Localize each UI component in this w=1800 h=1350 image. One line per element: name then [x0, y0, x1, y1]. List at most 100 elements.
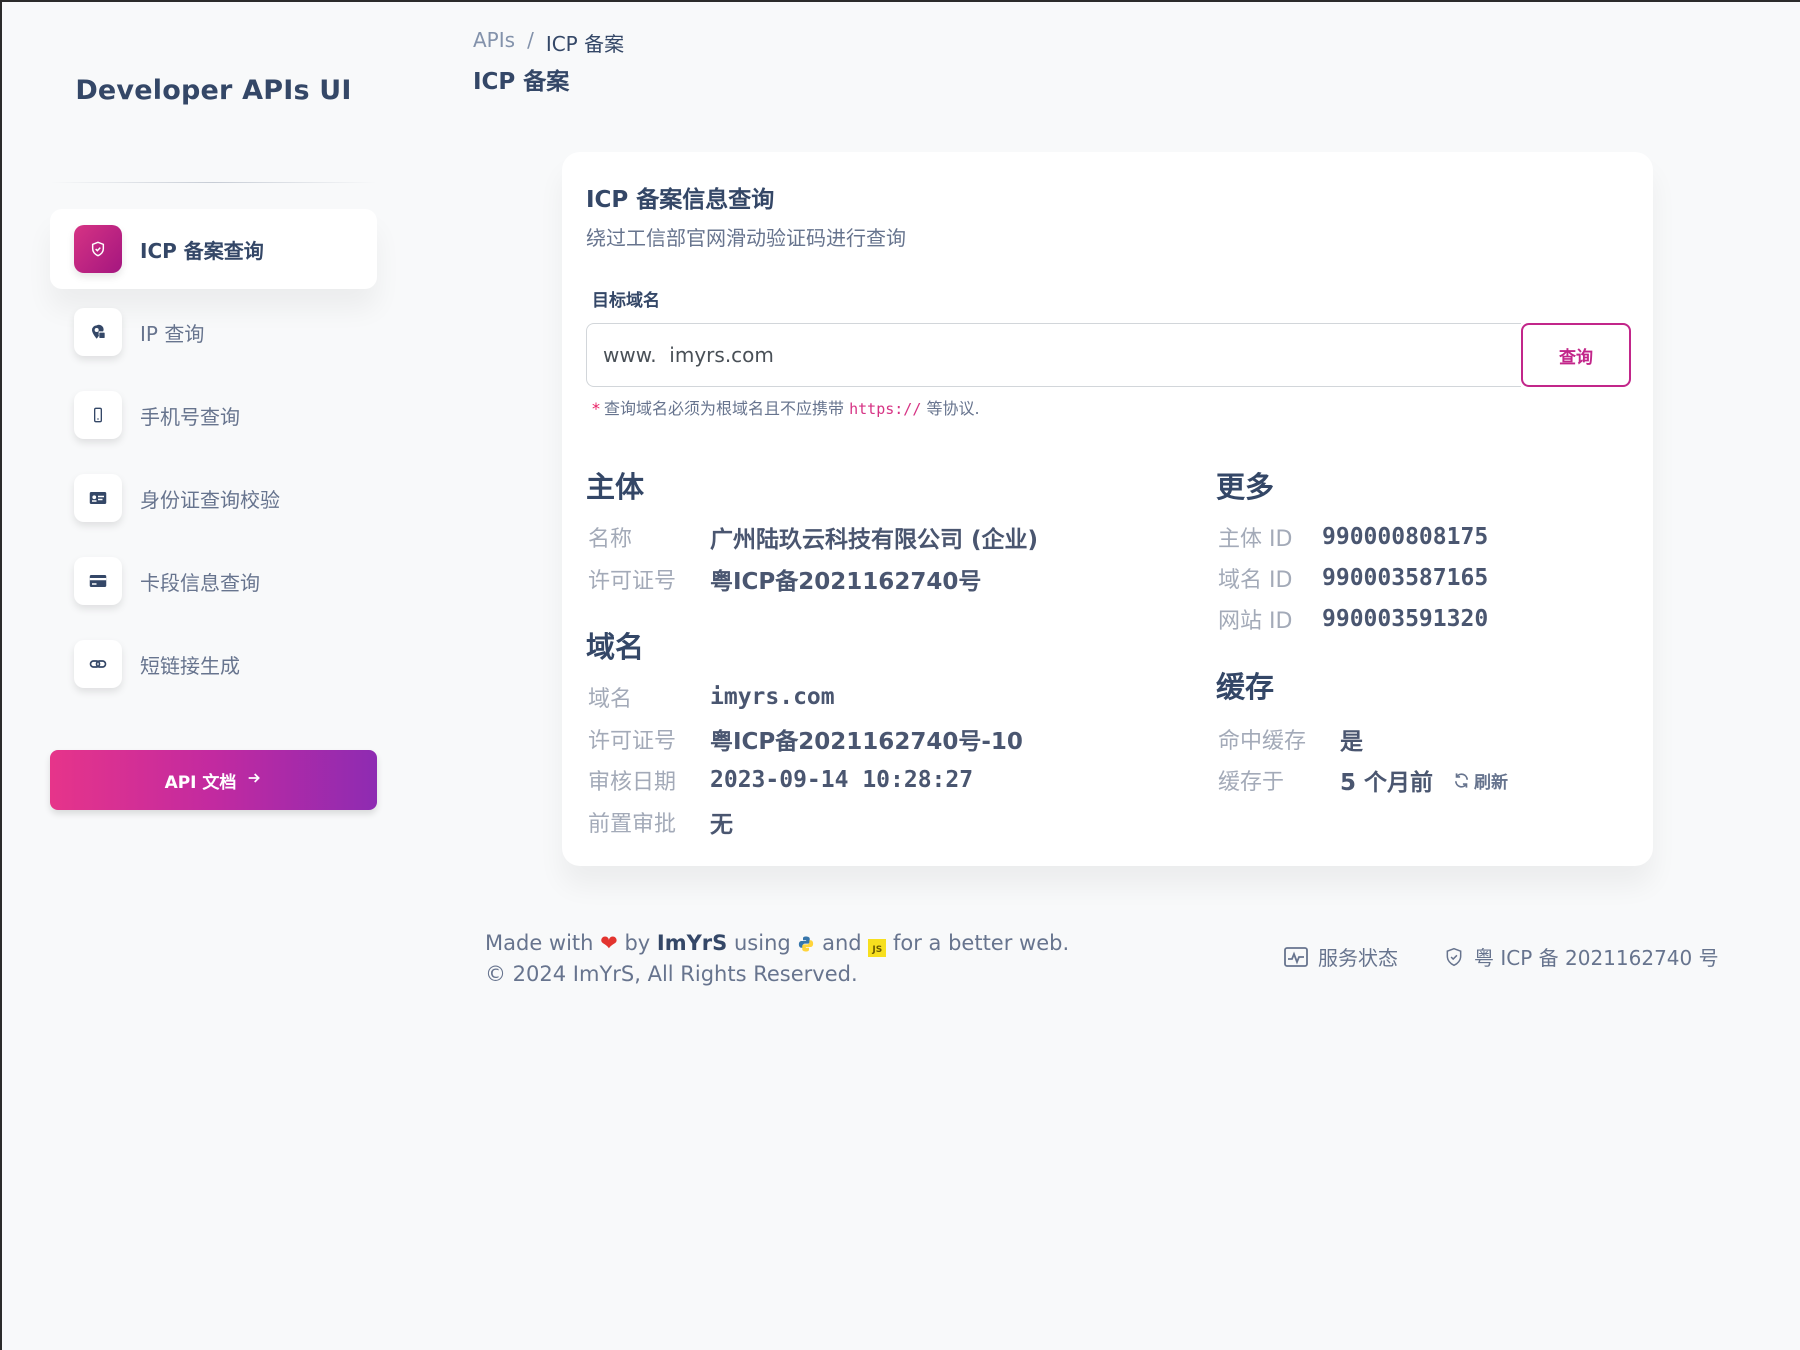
- sidebar-divider: [50, 182, 377, 183]
- api-docs-button[interactable]: API 文档: [50, 750, 377, 810]
- sidebar-item-card[interactable]: 卡段信息查询: [50, 541, 377, 621]
- icp-record-link[interactable]: 粤 ICP 备 2021162740 号: [1444, 942, 1719, 971]
- mobile-phone-icon: [74, 391, 122, 439]
- site-id-label: 网站 ID: [1218, 609, 1293, 634]
- audit-date-label: 审核日期: [588, 770, 677, 795]
- card-subtitle: 绕过工信部官网滑动验证码进行查询: [586, 226, 906, 250]
- footer-credits: Made with ❤ by ImYrS using and JS for a …: [485, 928, 1069, 990]
- pre-approval-value: 无: [710, 812, 733, 838]
- subject-name-row: 名称 广州陆玖云科技有限公司 (企业): [588, 520, 1038, 554]
- cache-hit-row: 命中缓存 是: [1218, 722, 1363, 756]
- service-status-link[interactable]: 服务状态: [1284, 942, 1398, 971]
- icp-record-label: 粤 ICP 备 2021162740 号: [1474, 946, 1719, 970]
- domain-input-group: 查询: [586, 323, 1631, 387]
- credit-card-icon: [74, 557, 122, 605]
- subject-name-label: 名称: [588, 527, 633, 552]
- card-title: ICP 备案信息查询: [586, 187, 775, 213]
- copyright: © 2024 ImYrS, All Rights Reserved.: [485, 962, 858, 986]
- query-button[interactable]: 查询: [1521, 323, 1631, 387]
- breadcrumb-separator: /: [527, 28, 534, 52]
- tail-text: for a better web.: [892, 931, 1070, 955]
- link-icon: [74, 640, 122, 688]
- heart-icon: ❤: [600, 931, 618, 955]
- using-text: using: [733, 931, 791, 955]
- pre-approval-label: 前置审批: [588, 812, 677, 837]
- footer-made-with: Made with ❤ by ImYrS using and JS for a …: [485, 928, 1069, 959]
- breadcrumb-root[interactable]: APIs: [473, 28, 515, 57]
- domain-heading: 域名: [586, 630, 645, 664]
- sidebar-item-idcard[interactable]: 身份证查询校验: [50, 458, 377, 538]
- sidebar-item-label: 卡段信息查询: [140, 570, 260, 595]
- author-link[interactable]: ImYrS: [657, 931, 727, 955]
- sidebar-item-ip[interactable]: IP 查询: [50, 292, 377, 372]
- sidebar-item-label: 手机号查询: [140, 404, 240, 429]
- more-heading: 更多: [1216, 470, 1275, 504]
- subject-license-label: 许可证号: [588, 569, 677, 594]
- site-id-row: 网站 ID 990003591320: [1218, 602, 1488, 636]
- location-pin-icon: [74, 308, 122, 356]
- domain-id-value: 990003587165: [1322, 565, 1489, 591]
- sidebar-item-icp[interactable]: ICP 备案查询: [50, 209, 377, 289]
- domain-hint: * 查询域名必须为根域名且不应携带 https:// 等协议.: [592, 395, 980, 419]
- cached-at-value: 5 个月前: [1340, 770, 1434, 796]
- subject-license-value: 粤ICP备2021162740号: [710, 569, 982, 595]
- domain-input[interactable]: [586, 323, 1521, 387]
- cache-heading: 缓存: [1216, 670, 1275, 704]
- sidebar: Developer APIs UI ICP 备案查询 IP 查询 手机号查询 身…: [50, 40, 377, 810]
- refresh-icon: [1454, 772, 1469, 788]
- sidebar-item-label: 短链接生成: [140, 653, 240, 678]
- shield-icon: [74, 225, 122, 273]
- domain-license-value: 粤ICP备2021162740号-10: [710, 729, 1023, 755]
- domain-license-label: 许可证号: [588, 729, 677, 754]
- icp-query-card: ICP 备案信息查询 绕过工信部官网滑动验证码进行查询 目标域名 查询 *查询域…: [562, 152, 1653, 866]
- arrow-right-icon: [246, 770, 262, 791]
- made-with-text: Made with: [485, 931, 594, 955]
- and-text: and: [822, 931, 862, 955]
- cache-hit-value: 是: [1340, 729, 1363, 755]
- by-text: by: [624, 931, 651, 955]
- sidebar-item-label: 身份证查询校验: [140, 487, 280, 512]
- sidebar-item-label: ICP 备案查询: [140, 238, 264, 263]
- domain-name-value: imyrs.com: [710, 684, 835, 710]
- breadcrumb-current: ICP 备案: [545, 32, 625, 56]
- subject-id-value: 990000808175: [1322, 524, 1489, 550]
- hint-text-post: 等协议.: [926, 399, 980, 418]
- service-status-label: 服务状态: [1318, 946, 1398, 970]
- shield-check-icon: [1446, 947, 1462, 966]
- python-icon: [797, 931, 822, 955]
- domain-field-label: 目标域名: [592, 291, 660, 311]
- footer-links: 服务状态 粤 ICP 备 2021162740 号: [1284, 942, 1719, 971]
- brand-title[interactable]: Developer APIs UI: [50, 40, 377, 140]
- api-docs-label: API 文档: [164, 772, 237, 793]
- domain-name-row: 域名 imyrs.com: [588, 680, 835, 714]
- domain-id-label: 域名 ID: [1218, 568, 1293, 593]
- audit-date-value: 2023-09-14 10:28:27: [710, 767, 974, 793]
- sidebar-item-mobile[interactable]: 手机号查询: [50, 375, 377, 455]
- activity-monitor-icon: [1284, 946, 1308, 967]
- refresh-label: 刷新: [1474, 772, 1509, 793]
- id-card-icon: [74, 474, 122, 522]
- sidebar-item-shortlink[interactable]: 短链接生成: [50, 624, 377, 704]
- domain-license-row: 许可证号 粤ICP备2021162740号-10: [588, 722, 1023, 756]
- hint-code: https://: [849, 400, 922, 418]
- breadcrumb: APIs / ICP 备案: [473, 28, 624, 57]
- cached-at-row: 缓存于 5 个月前 刷新: [1218, 763, 1508, 797]
- hint-text-pre: 查询域名必须为根域名且不应携带: [604, 399, 845, 418]
- required-star: *: [592, 399, 600, 418]
- page-title: ICP 备案: [473, 69, 570, 95]
- sidebar-item-label: IP 查询: [140, 321, 205, 346]
- refresh-button[interactable]: 刷新: [1453, 768, 1508, 793]
- cached-at-label: 缓存于: [1218, 770, 1285, 795]
- audit-date-row: 审核日期 2023-09-14 10:28:27: [588, 763, 973, 797]
- subject-license-row: 许可证号 粤ICP备2021162740号: [588, 562, 981, 596]
- subject-id-row: 主体 ID 990000808175: [1218, 520, 1488, 554]
- subject-id-label: 主体 ID: [1218, 527, 1293, 552]
- subject-name-value: 广州陆玖云科技有限公司 (企业): [710, 527, 1039, 553]
- site-id-value: 990003591320: [1322, 606, 1489, 632]
- subject-heading: 主体: [586, 470, 645, 504]
- pre-approval-row: 前置审批 无: [588, 805, 733, 839]
- domain-id-row: 域名 ID 990003587165: [1218, 561, 1488, 595]
- javascript-icon: JS: [868, 939, 887, 957]
- cache-hit-label: 命中缓存: [1218, 729, 1307, 754]
- domain-name-label: 域名: [588, 687, 633, 712]
